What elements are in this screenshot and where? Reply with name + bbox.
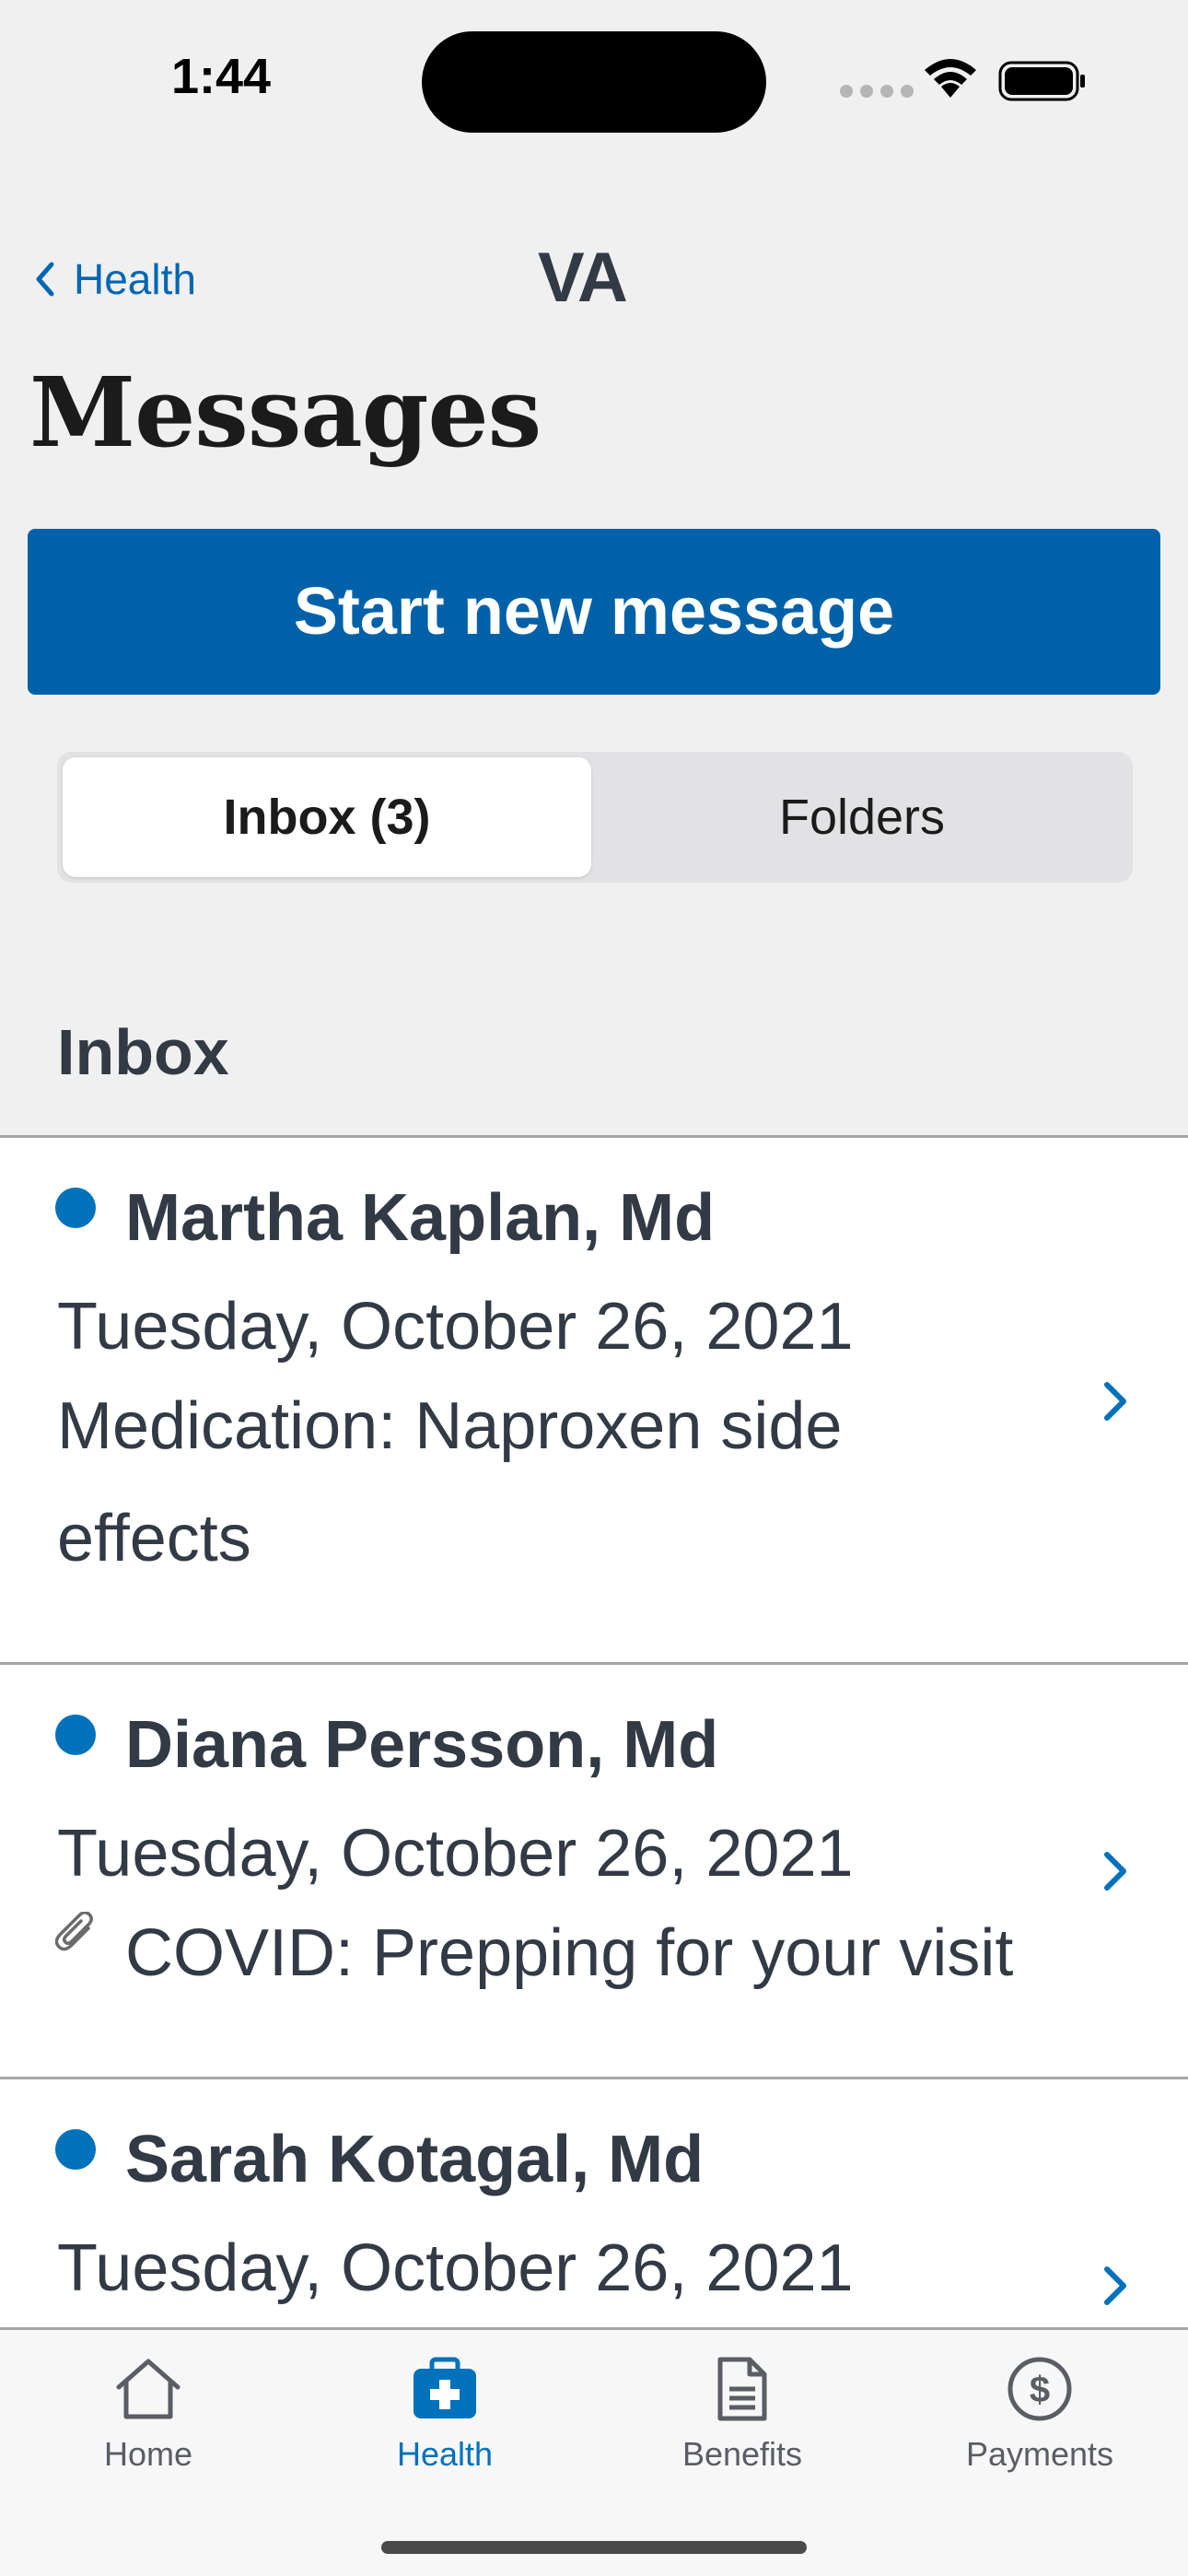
tab-payments[interactable]: $ Payments bbox=[929, 2356, 1150, 2474]
chevron-right-icon bbox=[1104, 1852, 1126, 1891]
va-logo: VA bbox=[538, 239, 628, 317]
inbox-folders-segmented-control: Inbox (3) Folders bbox=[57, 752, 1133, 883]
tab-home[interactable]: Home bbox=[38, 2356, 259, 2474]
home-indicator[interactable] bbox=[381, 2541, 807, 2554]
tab-health[interactable]: Health bbox=[334, 2356, 555, 2474]
battery-icon bbox=[998, 61, 1085, 101]
inbox-heading: Inbox bbox=[57, 1016, 229, 1088]
message-sender: Diana Persson, Md bbox=[125, 1708, 719, 1782]
message-row[interactable]: Sarah Kotagal, Md Tuesday, October 26, 2… bbox=[0, 2077, 1188, 2353]
message-date: Tuesday, October 26, 2021 bbox=[57, 2231, 854, 2305]
unread-dot-icon bbox=[55, 1715, 96, 1755]
tab-inbox[interactable]: Inbox (3) bbox=[63, 757, 591, 877]
unread-dot-icon bbox=[55, 2129, 96, 2170]
message-subject: Medication: Naproxen side effects bbox=[57, 1389, 843, 1575]
dollar-circle-icon: $ bbox=[1007, 2357, 1072, 2421]
tab-label: Home bbox=[103, 2435, 193, 2473]
tab-benefits[interactable]: Benefits bbox=[632, 2356, 853, 2474]
tab-label: Health bbox=[396, 2435, 494, 2473]
chevron-right-icon bbox=[1104, 1382, 1126, 1421]
chevron-right-icon bbox=[1104, 2266, 1126, 2305]
back-button[interactable]: Health bbox=[33, 254, 196, 304]
tab-folders[interactable]: Folders bbox=[597, 757, 1127, 877]
page-title: Messages bbox=[29, 356, 542, 469]
message-list: Martha Kaplan, Md Tuesday, October 26, 2… bbox=[0, 1135, 1188, 2353]
medical-bag-icon bbox=[413, 2357, 476, 2418]
messages-screen: 1:44 Health VA Messages Start new messag… bbox=[0, 0, 1188, 2576]
chevron-left-icon bbox=[36, 262, 54, 297]
status-time: 1:44 bbox=[171, 49, 272, 104]
tab-label: Payments bbox=[965, 2435, 1114, 2473]
svg-text:$: $ bbox=[1030, 2370, 1050, 2410]
message-sender: Martha Kaplan, Md bbox=[125, 1181, 716, 1255]
dynamic-island bbox=[422, 31, 766, 133]
bottom-tab-bar: Home Health Benefits $ Payments bbox=[0, 2327, 1188, 2576]
paperclip-icon bbox=[55, 1912, 93, 1951]
start-new-message-button[interactable]: Start new message bbox=[28, 529, 1160, 695]
message-sender: Sarah Kotagal, Md bbox=[125, 2123, 705, 2196]
message-subject: COVID: Prepping for your visit bbox=[125, 1916, 1014, 1990]
tab-label: Benefits bbox=[681, 2435, 803, 2473]
wifi-icon bbox=[925, 59, 976, 98]
message-row[interactable]: Martha Kaplan, Md Tuesday, October 26, 2… bbox=[0, 1135, 1188, 1662]
back-label: Health bbox=[74, 255, 196, 303]
message-date: Tuesday, October 26, 2021 bbox=[57, 1817, 854, 1891]
message-row[interactable]: Diana Persson, Md Tuesday, October 26, 2… bbox=[0, 1662, 1188, 2077]
document-icon bbox=[717, 2357, 767, 2421]
message-date: Tuesday, October 26, 2021 bbox=[57, 1290, 854, 1364]
home-icon bbox=[116, 2359, 181, 2419]
unread-dot-icon bbox=[55, 1188, 96, 1228]
cellular-signal-icon bbox=[840, 85, 914, 98]
